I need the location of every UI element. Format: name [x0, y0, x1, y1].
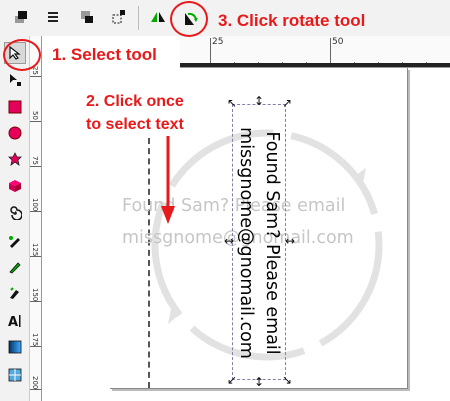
raise-icon[interactable]	[42, 6, 64, 28]
vruler-tick	[30, 389, 41, 390]
flip-horizontal-icon[interactable]	[147, 6, 169, 28]
pencil-icon[interactable]	[4, 256, 26, 278]
calligraphy-icon[interactable]	[4, 282, 26, 304]
scale-handle-top-left[interactable]: ↖	[226, 97, 238, 109]
ruler-major-tick	[210, 38, 211, 66]
scale-handle-top-right[interactable]: ↗	[281, 97, 293, 109]
vruler-tick	[30, 346, 41, 347]
horizontal-ruler: 25 50	[180, 36, 450, 68]
vruler-label: 150	[31, 288, 39, 302]
step2-arrow	[161, 136, 175, 224]
scale-handle-left[interactable]: ↔	[223, 235, 235, 247]
lower-icon[interactable]	[76, 6, 98, 28]
vruler-tick	[30, 301, 41, 302]
gradient-icon[interactable]	[4, 336, 26, 358]
vruler-tick	[30, 256, 41, 257]
text-line2: missgnome@gnomail.com	[236, 127, 256, 359]
text-icon[interactable]: A	[4, 310, 26, 332]
vertical-ruler: 25 50 75 100 125 150 175 200	[30, 36, 42, 401]
vruler-label: 175	[31, 333, 39, 347]
mesh-icon[interactable]	[4, 364, 26, 386]
scale-handle-bottom-left[interactable]: ↙	[226, 374, 238, 386]
step3-callout: 3. Click rotate tool	[218, 11, 366, 30]
rectangle-icon[interactable]	[4, 96, 26, 118]
rotate-tool-highlight-ring	[170, 1, 208, 37]
vruler-tick	[30, 211, 41, 212]
vruler-tick	[30, 166, 41, 167]
vruler-label: 50	[31, 111, 39, 120]
text-line1: Found Sam? Please email	[262, 131, 282, 355]
node-icon[interactable]	[4, 69, 26, 91]
ruler-bar	[180, 63, 450, 67]
vruler-label: 200	[31, 376, 39, 390]
scale-handle-bottom[interactable]: ↕	[253, 376, 265, 388]
scale-handle-right[interactable]: ↔	[284, 235, 296, 247]
circle-icon[interactable]	[4, 122, 26, 144]
vruler-tick	[30, 76, 41, 77]
rotated-text-block: Found Sam? Please email missgnome@gnomai…	[233, 105, 285, 381]
scale-handle-top[interactable]: ↕	[253, 95, 265, 107]
vruler-label: 100	[31, 198, 39, 212]
star-icon[interactable]	[4, 148, 26, 170]
pen-icon[interactable]	[4, 230, 26, 252]
ruler-label-25: 25	[212, 37, 224, 47]
box-3d-icon[interactable]	[4, 175, 26, 197]
spiral-icon[interactable]	[4, 202, 26, 224]
raise-to-top-icon[interactable]	[10, 6, 32, 28]
step1-callout: 1. Select tool	[52, 45, 157, 64]
step2-callout-line2: to select text	[86, 116, 184, 133]
vruler-tick	[30, 121, 41, 122]
align-icon[interactable]	[108, 6, 130, 28]
vruler-label: 75	[31, 156, 39, 165]
select-tool-highlight-ring	[3, 39, 41, 71]
step2-callout-line1: 2. Click once	[86, 93, 184, 110]
toolbar-separator	[138, 6, 139, 30]
svg-text:A: A	[8, 315, 18, 329]
toolbox: A	[0, 36, 30, 401]
vruler-label: 125	[31, 243, 39, 257]
ruler-label-50: 50	[332, 37, 344, 47]
selected-text-object[interactable]: Found Sam? Please email missgnome@gnomai…	[232, 104, 286, 380]
ruler-major-tick	[330, 38, 331, 66]
scale-handle-bottom-right[interactable]: ↘	[281, 374, 293, 386]
